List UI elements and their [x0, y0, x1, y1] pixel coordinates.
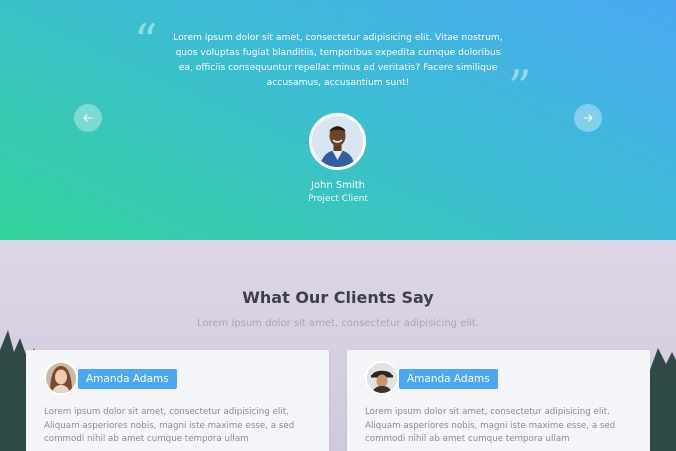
testimonial-text: Lorem ipsum dolor sit amet, consectetur … — [44, 407, 295, 444]
quote-close-icon: ” — [508, 60, 532, 114]
testimonial-text: Lorem ipsum dolor sit amet, consectetur … — [365, 407, 616, 444]
slider-prev-button[interactable] — [74, 104, 102, 132]
client-avatar — [309, 113, 366, 170]
slider-next-button[interactable] — [574, 104, 602, 132]
arrow-left-icon — [83, 114, 93, 122]
hero-testimonial-slider: “ Lorem ipsum dolor sit amet, consectetu… — [0, 0, 676, 240]
reviewer-name-badge: Amanda Adams — [399, 369, 498, 389]
client-avatar-image — [312, 116, 363, 167]
reviewer-name-badge: Amanda Adams — [78, 369, 177, 389]
hero-quote-text: Lorem ipsum dolor sit amet, consectetur … — [173, 32, 503, 88]
clients-say-section: What Our Clients Say Lorem Ipsum dolor s… — [0, 240, 676, 451]
section-title: What Our Clients Say — [242, 288, 434, 307]
testimonial-card: Amanda Adams Lorem ipsum dolor sit amet,… — [26, 350, 329, 451]
client-name: John Smith — [310, 180, 366, 191]
client-role: Project Client — [308, 194, 368, 204]
reviewer-avatar-image — [367, 363, 397, 393]
section-subtitle: Lorem Ipsum dolor sit amet, consectetur … — [196, 318, 480, 329]
reviewer-avatar — [44, 361, 78, 395]
quote-open-icon: “ — [134, 14, 158, 68]
arrow-right-icon — [583, 114, 593, 122]
reviewer-avatar — [365, 361, 399, 395]
reviewer-avatar-image — [46, 363, 76, 393]
testimonial-card: Amanda Adams Lorem ipsum dolor sit amet,… — [347, 350, 650, 451]
